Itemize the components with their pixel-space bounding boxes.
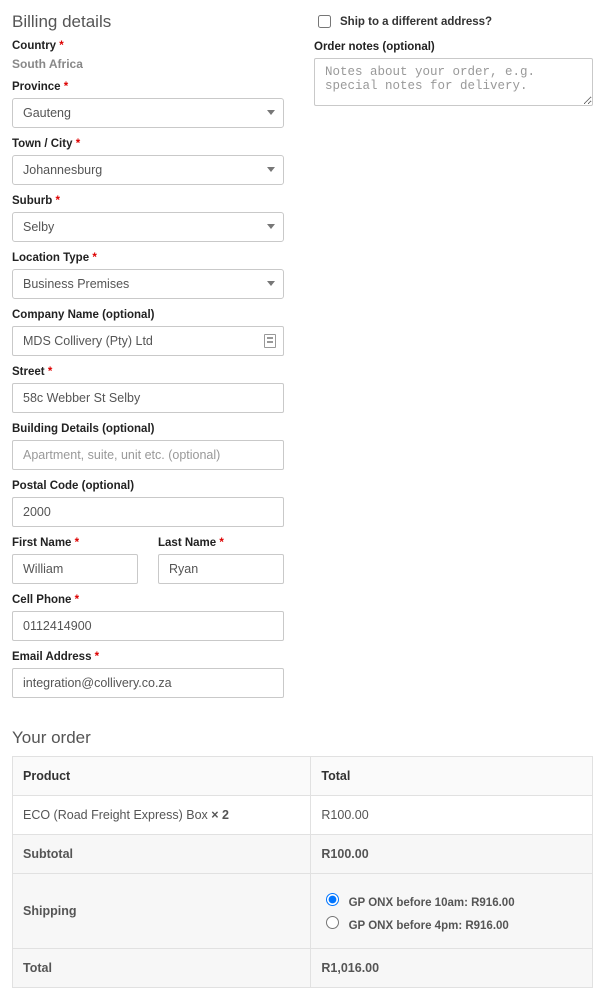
order-table: Product Total ECO (Road Freight Express)…	[12, 756, 593, 988]
street-label: Street *	[12, 366, 284, 378]
town-select[interactable]: Johannesburg	[12, 155, 284, 185]
shipping-column: Ship to a different address? Order notes…	[314, 12, 593, 708]
street-input[interactable]	[12, 383, 284, 413]
order-notes-label: Order notes (optional)	[314, 41, 593, 53]
building-input[interactable]	[12, 440, 284, 470]
email-label: Email Address *	[12, 651, 284, 663]
contacts-icon[interactable]	[264, 334, 276, 348]
phone-input[interactable]	[12, 611, 284, 641]
line-item-total: R100.00	[311, 796, 593, 835]
billing-heading: Billing details	[12, 12, 284, 32]
col-product: Product	[13, 757, 311, 796]
building-label: Building Details (optional)	[12, 423, 284, 435]
order-notes-input[interactable]	[314, 58, 593, 106]
country-label: Country *	[12, 40, 284, 52]
phone-label: Cell Phone *	[12, 594, 284, 606]
postal-input[interactable]	[12, 497, 284, 527]
total-label: Total	[13, 949, 311, 988]
chevron-down-icon	[267, 281, 275, 286]
billing-column: Billing details Country * South Africa P…	[12, 12, 284, 708]
line-item: ECO (Road Freight Express) Box × 2	[13, 796, 311, 835]
first-name-input[interactable]	[12, 554, 138, 584]
last-name-label: Last Name *	[158, 537, 284, 549]
province-label: Province *	[12, 81, 284, 93]
country-value: South Africa	[12, 57, 284, 71]
location-label: Location Type *	[12, 252, 284, 264]
total-value: R1,016.00	[311, 949, 593, 988]
shipping-options: GP ONX before 10am: R916.00 GP ONX befor…	[311, 874, 593, 949]
ship-radio-2[interactable]	[326, 916, 339, 929]
col-total: Total	[311, 757, 593, 796]
order-heading: Your order	[12, 728, 593, 748]
ship-different-label[interactable]: Ship to a different address?	[340, 16, 492, 28]
company-input[interactable]	[12, 326, 284, 356]
last-name-input[interactable]	[158, 554, 284, 584]
town-label: Town / City *	[12, 138, 284, 150]
ship-option-1[interactable]: GP ONX before 10am: R916.00	[321, 890, 582, 909]
ship-different-checkbox[interactable]	[318, 15, 331, 28]
postal-label: Postal Code (optional)	[12, 480, 284, 492]
subtotal-label: Subtotal	[13, 835, 311, 874]
chevron-down-icon	[267, 224, 275, 229]
ship-option-2[interactable]: GP ONX before 4pm: R916.00	[321, 913, 582, 932]
location-select[interactable]: Business Premises	[12, 269, 284, 299]
company-label: Company Name (optional)	[12, 309, 284, 321]
shipping-label: Shipping	[13, 874, 311, 949]
email-input[interactable]	[12, 668, 284, 698]
first-name-label: First Name *	[12, 537, 138, 549]
ship-radio-1[interactable]	[326, 893, 339, 906]
subtotal-value: R100.00	[311, 835, 593, 874]
suburb-select[interactable]: Selby	[12, 212, 284, 242]
chevron-down-icon	[267, 110, 275, 115]
province-select[interactable]: Gauteng	[12, 98, 284, 128]
suburb-label: Suburb *	[12, 195, 284, 207]
chevron-down-icon	[267, 167, 275, 172]
